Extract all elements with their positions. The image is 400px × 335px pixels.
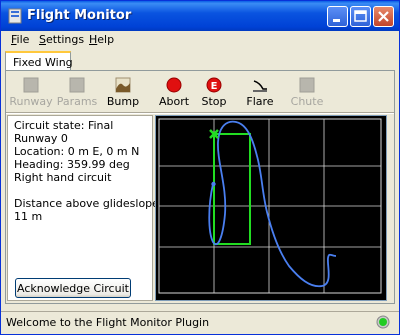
bump-icon bbox=[115, 77, 131, 93]
params-button[interactable]: Params bbox=[52, 75, 102, 111]
toolbar: Runway Params Bump Abort E Stop Flare Ch… bbox=[6, 71, 394, 111]
params-icon bbox=[69, 77, 85, 93]
title-bar[interactable]: Flight Monitor bbox=[1, 1, 399, 31]
circuit-map[interactable] bbox=[155, 115, 387, 301]
status-text: Welcome to the Flight Monitor Plugin bbox=[6, 316, 210, 329]
svg-text:E: E bbox=[211, 81, 218, 92]
stop-icon: E bbox=[206, 77, 222, 93]
circuit-side-text: Right hand circuit bbox=[14, 171, 112, 184]
abort-icon bbox=[166, 77, 182, 93]
location-text: Location: 0 m E, 0 m N bbox=[14, 145, 140, 158]
minimize-button[interactable] bbox=[327, 6, 348, 27]
runway-button-label: Runway bbox=[9, 95, 53, 108]
status-led-icon bbox=[376, 315, 390, 329]
tab-fixed-wing[interactable]: Fixed Wing bbox=[5, 51, 73, 71]
runway-button[interactable]: Runway bbox=[6, 75, 56, 111]
menu-help[interactable]: Help bbox=[89, 33, 114, 46]
circuit-pattern bbox=[213, 133, 251, 245]
acknowledge-circuit-label: Acknowledge Circuit bbox=[17, 282, 129, 295]
menu-settings[interactable]: Settings bbox=[39, 33, 84, 46]
flight-track bbox=[208, 120, 337, 288]
flare-button-label: Flare bbox=[246, 95, 274, 108]
runway-text: Runway 0 bbox=[14, 132, 68, 145]
tab-strip: Fixed Wing bbox=[1, 51, 399, 71]
menu-help-rest: elp bbox=[97, 33, 115, 46]
menu-bar: File Settings Help bbox=[1, 31, 399, 50]
flight-monitor-window: Flight Monitor File Settings Help Fixed … bbox=[0, 0, 400, 335]
close-icon bbox=[378, 11, 389, 22]
minimize-icon bbox=[333, 19, 340, 22]
glideslope-value: 11 m bbox=[14, 210, 43, 223]
toolbar-separator bbox=[6, 112, 394, 114]
aircraft-position-marker bbox=[211, 181, 216, 187]
circuit-state-text: Circuit state: Final bbox=[14, 119, 114, 132]
acknowledge-circuit-button[interactable]: Acknowledge Circuit bbox=[15, 278, 131, 298]
status-bar: Welcome to the Flight Monitor Plugin bbox=[1, 311, 399, 334]
close-button[interactable] bbox=[373, 6, 394, 27]
menu-settings-accel: S bbox=[39, 33, 46, 46]
menu-file-rest: ile bbox=[16, 33, 30, 46]
stop-button-label: Stop bbox=[201, 95, 227, 108]
circuit-map-canvas bbox=[158, 118, 382, 294]
window-title: Flight Monitor bbox=[27, 8, 132, 23]
app-icon bbox=[8, 8, 22, 24]
runway-icon bbox=[23, 77, 39, 93]
circuit-info-panel: Circuit state: Final Runway 0 Location: … bbox=[7, 115, 163, 301]
stop-button[interactable]: E Stop bbox=[189, 75, 239, 111]
menu-settings-rest: ettings bbox=[45, 33, 85, 46]
flare-icon bbox=[253, 80, 267, 92]
chute-button-label: Chute bbox=[290, 95, 324, 108]
heading-text: Heading: 359.99 deg bbox=[14, 158, 130, 171]
chute-button[interactable]: Chute bbox=[282, 75, 332, 111]
bump-button[interactable]: Bump bbox=[98, 75, 148, 111]
tab-fixed-wing-label: Fixed Wing bbox=[13, 56, 73, 69]
maximize-icon bbox=[354, 10, 367, 22]
params-button-label: Params bbox=[56, 95, 98, 108]
menu-file[interactable]: File bbox=[11, 33, 29, 46]
chute-icon bbox=[299, 77, 315, 93]
maximize-button[interactable] bbox=[350, 6, 371, 27]
bump-button-label: Bump bbox=[106, 95, 140, 108]
glideslope-label: Distance above glideslope: bbox=[14, 197, 163, 210]
flare-button[interactable]: Flare bbox=[235, 75, 285, 111]
